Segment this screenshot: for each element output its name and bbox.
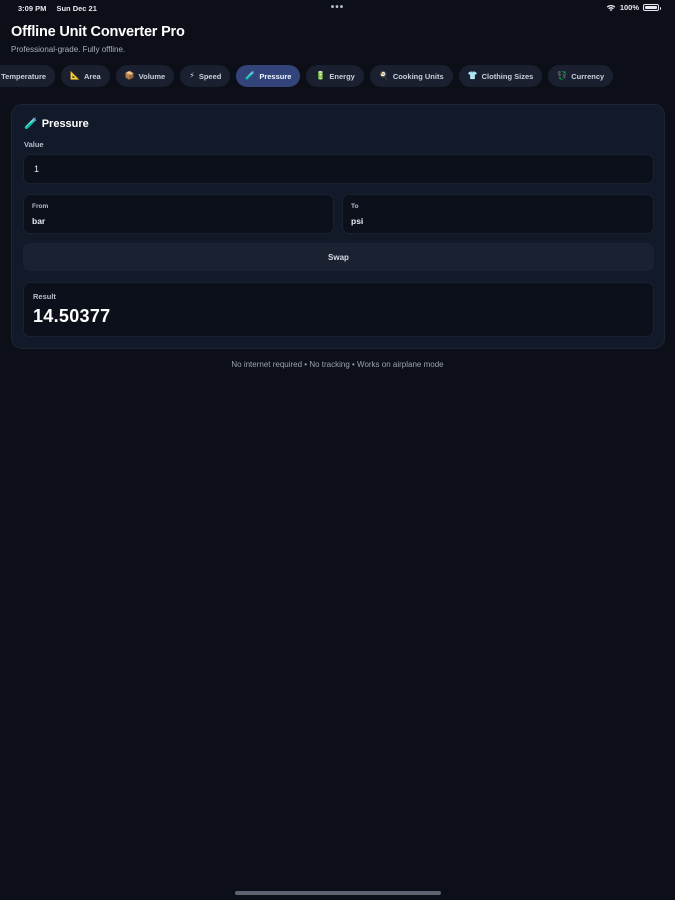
- value-label: Value: [24, 140, 44, 149]
- from-unit-select[interactable]: From bar: [23, 194, 334, 234]
- clothing-sizes-icon: 👕: [467, 71, 478, 80]
- tab-label: Clothing Sizes: [481, 71, 534, 81]
- result-box: Result 14.50377: [23, 282, 654, 337]
- tab-cooking-units[interactable]: 🍳 Cooking Units: [369, 65, 453, 87]
- status-left: 3:09 PM Sun Dec 21: [18, 4, 105, 13]
- wifi-icon: [606, 4, 616, 11]
- pressure-icon: 🧪: [24, 118, 38, 130]
- from-value: bar: [32, 216, 46, 226]
- status-date: Sun Dec 21: [56, 4, 97, 13]
- tab-label: Energy: [329, 71, 355, 81]
- result-label: Result: [33, 292, 56, 301]
- home-indicator[interactable]: [235, 891, 441, 895]
- cooking-units-icon: 🍳: [378, 71, 389, 80]
- status-bar: 3:09 PM Sun Dec 21 ••• 100%: [0, 0, 675, 16]
- status-right: 100%: [606, 3, 661, 12]
- converter-card: 🧪 Pressure Value 1 From bar To psi Swap …: [11, 104, 665, 349]
- tab-area[interactable]: 📐 Area: [61, 65, 110, 87]
- tab-label: Speed: [198, 71, 222, 81]
- battery-icon: [643, 4, 661, 11]
- tab-label: Pressure: [259, 71, 292, 81]
- value-input-text: 1: [34, 164, 40, 174]
- app-title: Offline Unit Converter Pro: [11, 24, 185, 40]
- tab-label: Currency: [571, 71, 605, 81]
- pressure-icon: 🧪: [245, 71, 256, 80]
- energy-icon: 🔋: [315, 71, 326, 80]
- currency-icon: 💱: [557, 71, 568, 80]
- status-time: 3:09 PM: [18, 4, 47, 13]
- tab-label: Temperature: [1, 71, 47, 81]
- card-title: 🧪 Pressure: [24, 117, 89, 131]
- swap-button[interactable]: Swap: [23, 243, 654, 271]
- app-subtitle: Professional-grade. Fully offline.: [11, 45, 126, 54]
- to-value: psi: [351, 216, 364, 226]
- speed-icon: ⚡: [189, 71, 195, 80]
- multitasking-dots[interactable]: •••: [331, 2, 345, 13]
- tab-energy[interactable]: 🔋 Energy: [306, 65, 364, 87]
- to-label: To: [351, 203, 359, 210]
- footer-note: No internet required • No tracking • Wor…: [231, 360, 444, 369]
- tab-label: Cooking Units: [392, 71, 444, 81]
- volume-icon: 📦: [124, 71, 135, 80]
- to-unit-select[interactable]: To psi: [342, 194, 654, 234]
- category-tabs: 🌡Temperature📐Area📦Volume⚡Speed🧪Pressure🔋…: [0, 65, 614, 87]
- card-title-text: Pressure: [41, 117, 89, 130]
- tab-label: Volume: [138, 71, 166, 81]
- value-input[interactable]: 1: [23, 154, 654, 184]
- from-label: From: [32, 203, 49, 210]
- area-icon: 📐: [70, 71, 81, 80]
- tab-clothing-sizes[interactable]: 👕 Clothing Sizes: [458, 65, 543, 87]
- battery-fill: [645, 6, 657, 9]
- tab-pressure[interactable]: 🧪 Pressure: [236, 65, 301, 87]
- tab-speed[interactable]: ⚡ Speed: [180, 65, 231, 87]
- result-value: 14.50377: [33, 306, 111, 326]
- battery-percent: 100%: [619, 3, 639, 12]
- tab-currency[interactable]: 💱 Currency: [548, 65, 614, 87]
- tab-volume[interactable]: 📦 Volume: [115, 65, 175, 87]
- tab-label: Area: [84, 71, 101, 81]
- tab-temperature[interactable]: 🌡Temperature: [0, 65, 56, 87]
